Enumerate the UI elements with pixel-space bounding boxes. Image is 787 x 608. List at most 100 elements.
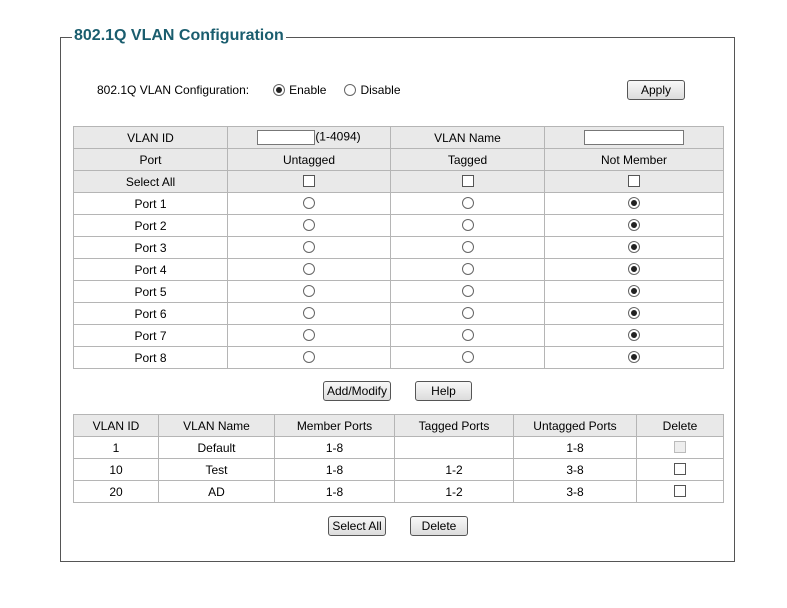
vlan-id-cell: 20 [73, 480, 159, 503]
port-5-tagged-radio[interactable] [461, 284, 474, 297]
select-all-not-member-checkbox[interactable] [628, 174, 640, 187]
col-header-member-ports: Member Ports [274, 414, 395, 437]
port-row: Port 3 [73, 236, 724, 259]
col-header-untagged-ports: Untagged Ports [513, 414, 637, 437]
port-name: Port 2 [73, 214, 228, 237]
port-1-tagged-radio[interactable] [461, 196, 474, 209]
vlan-id-cell: 1 [73, 436, 159, 459]
port-4-untagged-radio[interactable] [303, 262, 315, 275]
vlan-name-cell: Test [158, 458, 275, 481]
vlan-name-input[interactable] [584, 130, 684, 145]
port-row: Port 4 [73, 258, 724, 281]
vlan-name-cell: AD [158, 480, 275, 503]
port-name: Port 5 [73, 280, 228, 303]
select-all-tagged-checkbox[interactable] [461, 174, 474, 187]
port-header-row: Port Untagged Tagged Not Member [73, 148, 724, 171]
port-row: Port 5 [73, 280, 724, 303]
enable-option[interactable]: Enable [273, 83, 326, 97]
delete-button[interactable]: Delete [410, 516, 468, 536]
port-6-untagged-radio[interactable] [303, 306, 315, 319]
tagged-header: Tagged [390, 148, 545, 171]
port-7-untagged-radio[interactable] [303, 328, 315, 341]
port-name: Port 1 [73, 192, 228, 215]
delete-checkbox[interactable] [674, 484, 686, 497]
untagged-ports-cell: 1-8 [513, 436, 637, 459]
port-3-untagged-radio[interactable] [303, 240, 315, 253]
disable-label: Disable [360, 83, 401, 97]
member-ports-cell: 1-8 [274, 480, 395, 503]
member-ports-cell: 1-8 [274, 458, 395, 481]
vlan-id-row: VLAN ID (1-4094) VLAN Name [73, 126, 724, 149]
untagged-ports-cell: 3-8 [513, 480, 637, 503]
port-name: Port 7 [73, 324, 228, 347]
port-6-tagged-radio[interactable] [461, 306, 474, 319]
select-all-row: Select All [73, 170, 724, 193]
tagged-ports-cell: 1-2 [394, 480, 514, 503]
port-name: Port 4 [73, 258, 228, 281]
port-2-untagged-radio[interactable] [303, 218, 315, 231]
vlan-config-table: VLAN ID (1-4094) VLAN Name Port Untagged… [73, 126, 724, 369]
untagged-header: Untagged [227, 148, 391, 171]
vlan-name-cell [544, 126, 724, 149]
port-5-not-member-radio[interactable] [628, 284, 640, 297]
port-name: Port 8 [73, 346, 228, 369]
disable-option[interactable]: Disable [344, 83, 401, 97]
delete-checkbox [674, 440, 686, 453]
vlan-enable-label: 802.1Q VLAN Configuration: [97, 83, 250, 97]
select-all-button[interactable]: Select All [328, 516, 386, 536]
port-row: Port 7 [73, 324, 724, 347]
port-7-not-member-radio[interactable] [628, 328, 640, 341]
select-all-untagged-checkbox[interactable] [303, 174, 315, 187]
vlan-id-range: (1-4094) [315, 129, 361, 144]
not-member-header: Not Member [544, 148, 724, 171]
vlan-id-label: VLAN ID [73, 126, 228, 149]
port-name: Port 6 [73, 302, 228, 325]
port-row: Port 1 [73, 192, 724, 215]
vlan-id-cell: 10 [73, 458, 159, 481]
port-1-not-member-radio[interactable] [628, 196, 640, 209]
vlan-row: 20 AD 1-8 1-2 3-8 [73, 480, 724, 503]
col-header-tagged-ports: Tagged Ports [394, 414, 514, 437]
port-1-untagged-radio[interactable] [303, 196, 315, 209]
vlan-name-cell: Default [158, 436, 275, 459]
vlan-row: 1 Default 1-8 1-8 [73, 436, 724, 459]
add-modify-button[interactable]: Add/Modify [323, 381, 391, 401]
port-3-tagged-radio[interactable] [461, 240, 474, 253]
vlan-name-label: VLAN Name [390, 126, 545, 149]
port-row: Port 6 [73, 302, 724, 325]
member-ports-cell: 1-8 [274, 436, 395, 459]
port-6-not-member-radio[interactable] [628, 306, 640, 319]
col-header-vlan-id: VLAN ID [73, 414, 159, 437]
port-header: Port [73, 148, 228, 171]
apply-button[interactable]: Apply [627, 80, 685, 100]
tagged-ports-cell [394, 436, 514, 459]
port-7-tagged-radio[interactable] [461, 328, 474, 341]
port-5-untagged-radio[interactable] [303, 284, 315, 297]
port-row: Port 2 [73, 214, 724, 237]
port-4-tagged-radio[interactable] [461, 262, 474, 275]
port-4-not-member-radio[interactable] [628, 262, 640, 275]
vlan-list-table: VLAN ID VLAN Name Member Ports Tagged Po… [73, 414, 724, 503]
port-8-not-member-radio[interactable] [628, 350, 640, 363]
disable-radio[interactable] [344, 84, 357, 96]
port-8-tagged-radio[interactable] [461, 350, 474, 363]
panel-title: 802.1Q VLAN Configuration [72, 26, 286, 46]
port-2-not-member-radio[interactable] [628, 218, 640, 231]
enable-label: Enable [289, 83, 327, 97]
vlan-list-header-row: VLAN ID VLAN Name Member Ports Tagged Po… [73, 414, 724, 437]
col-header-delete: Delete [636, 414, 724, 437]
vlan-enable-row: 802.1Q VLAN Configuration: Enable Disabl… [97, 80, 697, 100]
select-all-label: Select All [73, 170, 228, 193]
enable-radio[interactable] [273, 84, 286, 96]
help-button[interactable]: Help [415, 381, 472, 401]
vlan-id-cell: (1-4094) [227, 126, 391, 149]
port-8-untagged-radio[interactable] [303, 350, 315, 363]
delete-checkbox[interactable] [674, 462, 686, 475]
vlan-id-input[interactable] [257, 130, 316, 145]
port-name: Port 3 [73, 236, 228, 259]
port-row: Port 8 [73, 346, 724, 369]
tagged-ports-cell: 1-2 [394, 458, 514, 481]
untagged-ports-cell: 3-8 [513, 458, 637, 481]
port-2-tagged-radio[interactable] [461, 218, 474, 231]
port-3-not-member-radio[interactable] [628, 240, 640, 253]
